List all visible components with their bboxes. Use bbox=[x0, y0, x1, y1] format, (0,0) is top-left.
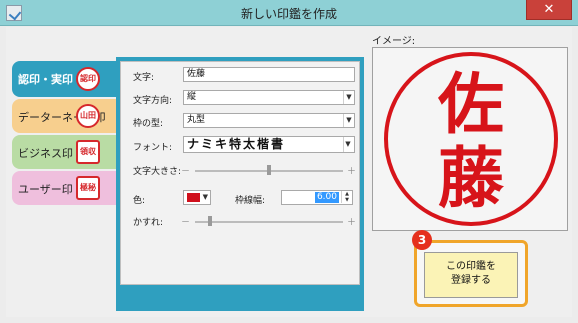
stamp-icon: 山田 bbox=[76, 104, 100, 128]
size-slider-thumb[interactable] bbox=[267, 165, 271, 175]
settings-panel: 文字: 佐藤 文字方向: 縦 ▼ 枠の型: 丸型 ▼ フォント: ナミキ特太楷書… bbox=[120, 61, 360, 285]
minus-icon[interactable]: － bbox=[181, 215, 190, 228]
frame-label: 枠の型: bbox=[133, 119, 164, 129]
chevron-down-icon: ▼ bbox=[343, 91, 354, 104]
seal-char: 藤 bbox=[438, 139, 504, 217]
register-line2: 登録する bbox=[451, 275, 491, 286]
border-width-spinner[interactable]: 6.00 ▲ ▼ bbox=[281, 190, 353, 205]
chevron-down-icon: ▼ bbox=[343, 114, 354, 127]
window-body: 認印・実印 認印 データーネーム印 山田 ビジネス印 領収 ユーザー印 極秘 文… bbox=[6, 27, 572, 317]
close-button[interactable]: ✕ bbox=[526, 0, 572, 20]
stamp-icon: 認印 bbox=[76, 67, 100, 91]
step-badge: 3 bbox=[412, 230, 432, 250]
chevron-down-icon: ▼ bbox=[202, 193, 208, 201]
frame-value: 丸型 bbox=[187, 115, 206, 125]
plus-icon[interactable]: ＋ bbox=[347, 164, 356, 177]
direction-value: 縦 bbox=[187, 92, 197, 102]
preview-label: イメージ: bbox=[372, 36, 416, 47]
border-width-label: 枠線幅: bbox=[235, 196, 266, 206]
stamp-icon: 領収 bbox=[76, 140, 100, 164]
tab-dataname[interactable]: データーネーム印 山田 bbox=[12, 99, 116, 133]
blur-slider-thumb[interactable] bbox=[207, 216, 212, 226]
register-highlight: この印鑑を 登録する bbox=[414, 240, 528, 307]
tab-label: ビジネス印 bbox=[18, 147, 73, 160]
window-title: 新しい印鑑を作成 bbox=[240, 7, 337, 21]
tab-label: ユーザー印 bbox=[18, 183, 73, 196]
border-width-value[interactable]: 6.00 bbox=[314, 192, 339, 203]
blur-slider-track[interactable] bbox=[195, 221, 343, 223]
tab-business[interactable]: ビジネス印 領収 bbox=[12, 135, 116, 169]
minus-icon[interactable]: － bbox=[181, 164, 190, 177]
tab-user[interactable]: ユーザー印 極秘 bbox=[12, 171, 116, 205]
seal-char: 佐 bbox=[438, 65, 504, 143]
direction-select[interactable]: 縦 ▼ bbox=[183, 90, 355, 105]
stamp-icon: 極秘 bbox=[76, 176, 100, 200]
blur-label: かすれ: bbox=[133, 218, 164, 228]
font-label: フォント: bbox=[133, 143, 173, 153]
tab-mitomein[interactable]: 認印・実印 認印 bbox=[12, 61, 116, 97]
color-label: 色: bbox=[133, 196, 146, 206]
preview-box: 佐 藤 bbox=[372, 47, 568, 231]
seal-preview: 佐 藤 bbox=[384, 52, 558, 226]
color-swatch bbox=[187, 193, 200, 202]
frame-select[interactable]: 丸型 ▼ bbox=[183, 113, 355, 128]
register-line1: この印鑑を bbox=[446, 261, 496, 272]
chevron-down-icon: ▼ bbox=[343, 137, 354, 152]
text-input[interactable]: 佐藤 bbox=[183, 67, 355, 82]
register-button[interactable]: この印鑑を 登録する bbox=[424, 252, 518, 298]
font-select[interactable]: ナミキ特太楷書 ▼ bbox=[183, 136, 355, 153]
color-picker[interactable]: ▼ bbox=[183, 190, 211, 205]
font-value: ナミキ特太楷書 bbox=[187, 137, 286, 151]
plus-icon[interactable]: ＋ bbox=[347, 215, 356, 228]
title-bar: 新しい印鑑を作成 ✕ bbox=[0, 0, 578, 26]
tab-label: 認印・実印 bbox=[18, 73, 73, 86]
spin-down-icon[interactable]: ▼ bbox=[341, 197, 352, 203]
text-label: 文字: bbox=[133, 73, 155, 83]
direction-label: 文字方向: bbox=[133, 96, 173, 106]
size-label: 文字大きさ: bbox=[133, 167, 182, 177]
